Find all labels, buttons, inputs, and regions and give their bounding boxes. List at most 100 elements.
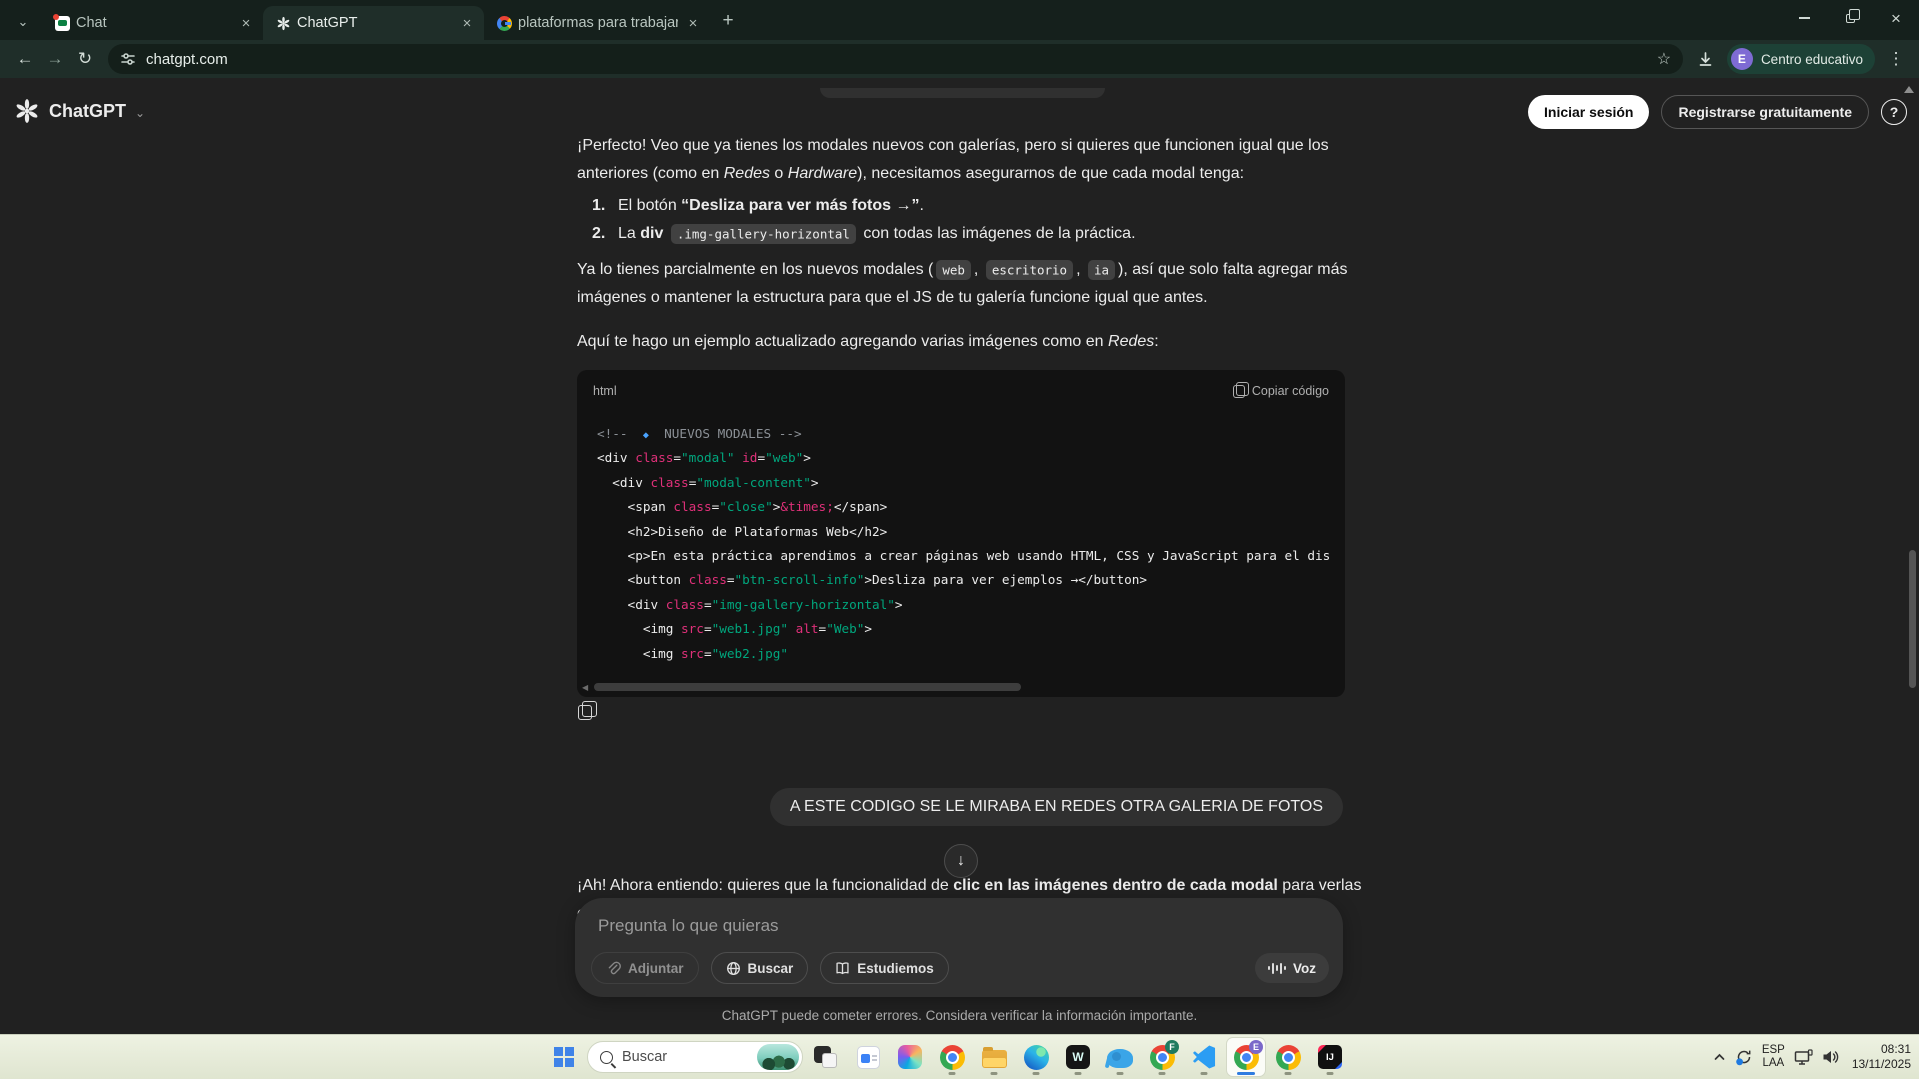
taskbar-elephant-app[interactable] [1101, 1038, 1139, 1076]
attach-button[interactable]: Adjuntar [591, 952, 699, 984]
running-indicator [949, 1072, 956, 1075]
chrome-1-icon [940, 1045, 965, 1070]
bookmark-star-icon[interactable]: ☆ [1651, 46, 1677, 72]
user-message-bubble: A ESTE CODIGO SE LE MIRABA EN REDES OTRA… [770, 788, 1343, 826]
url-text[interactable]: chatgpt.com [146, 51, 1651, 68]
taskbar-task-view[interactable] [807, 1038, 845, 1076]
model-switcher[interactable]: ChatGPT ⌄ [14, 98, 145, 124]
book-icon [835, 961, 850, 976]
page-scrollbar-thumb[interactable] [1909, 550, 1916, 688]
chatgpt-header: ChatGPT ⌄ Iniciar sesión Registrarse gra… [0, 78, 1919, 140]
new-tab-button[interactable]: + [714, 7, 742, 35]
scroll-to-bottom-button[interactable]: ↓ [944, 844, 978, 878]
tab-plataformas[interactable]: plataformas para trabajar con c × [484, 6, 710, 40]
code-block: html Copiar código <!-- ◆ NUEVOS MODALES… [577, 370, 1345, 697]
code-line: <!-- ◆ NUEVOS MODALES --> [597, 422, 1329, 446]
login-button[interactable]: Iniciar sesión [1528, 95, 1649, 129]
chatgpt-page: ChatGPT ⌄ Iniciar sesión Registrarse gra… [0, 78, 1919, 1034]
tab-strip: ⌄ Chat × ChatGPT × plataformas para trab… [0, 0, 1919, 40]
taskbar-w-app[interactable]: W [1059, 1038, 1097, 1076]
forward-button[interactable]: → [40, 44, 70, 74]
taskbar-file-explorer[interactable] [975, 1038, 1013, 1076]
chrome-2-icon [1276, 1045, 1301, 1070]
code-line: <h2>Diseño de Plataformas Web</h2> [597, 520, 1329, 544]
web-search-button[interactable]: Buscar [711, 952, 809, 984]
taskbar-chrome-1[interactable] [933, 1038, 971, 1076]
tab-close-icon[interactable]: × [684, 14, 702, 32]
waveform-icon [1268, 963, 1286, 974]
tab-close-icon[interactable]: × [237, 14, 255, 32]
search-daily-image[interactable] [757, 1044, 799, 1070]
assistant-text: ¡Ah! Ahora entiendo: quieres que la func… [577, 872, 1375, 900]
voice-button[interactable]: Voz [1255, 953, 1329, 983]
system-tray: ESP LAA 08:31 13/11/2025 [1713, 1035, 1911, 1079]
tray-overflow-icon[interactable] [1713, 1052, 1726, 1062]
profile-badge: E [1249, 1040, 1263, 1054]
copy-code-button[interactable]: Copiar código [1233, 384, 1329, 398]
profile-badge: F [1165, 1040, 1179, 1054]
code-line: <div class="modal" id="web"> [597, 446, 1329, 470]
window-controls: × [1781, 0, 1919, 36]
tab-chatgpt[interactable]: ChatGPT × [263, 6, 484, 40]
address-bar[interactable]: chatgpt.com ☆ [108, 44, 1683, 74]
back-button[interactable]: ← [10, 44, 40, 74]
copy-message-icon[interactable] [578, 705, 592, 720]
site-settings-icon[interactable] [120, 51, 136, 67]
taskbar-edge[interactable] [1017, 1038, 1055, 1076]
profile-name: Centro educativo [1761, 52, 1863, 67]
code-line: <span class="close">&times;</span> [597, 495, 1329, 519]
tray-date: 13/11/2025 [1852, 1057, 1911, 1072]
sync-icon[interactable] [1735, 1048, 1753, 1066]
reload-button[interactable]: ↻ [70, 44, 100, 74]
chat-tab-icon [54, 15, 70, 31]
code-line: <p>En esta práctica aprendimos a crear p… [597, 544, 1329, 568]
running-indicator [1117, 1072, 1124, 1075]
running-indicator [1237, 1072, 1255, 1075]
code-line: <div class="img-gallery-horizontal"> [597, 593, 1329, 617]
paperclip-icon [606, 961, 621, 976]
clock[interactable]: 08:31 13/11/2025 [1852, 1042, 1911, 1072]
scrollbar-thumb[interactable] [594, 683, 1021, 691]
taskbar-widgets[interactable] [849, 1038, 887, 1076]
prompt-input[interactable]: Pregunta lo que quieras [598, 916, 779, 936]
tab-close-icon[interactable]: × [458, 14, 476, 32]
browser-chrome: ⌄ Chat × ChatGPT × plataformas para trab… [0, 0, 1919, 78]
composer[interactable]: Pregunta lo que quieras Adjuntar Buscar … [575, 898, 1343, 997]
taskbar-chrome-profile-e[interactable]: E [1227, 1038, 1265, 1076]
taskbar-search[interactable]: Buscar [587, 1041, 803, 1073]
taskbar-intellij[interactable]: IJ [1311, 1038, 1349, 1076]
taskbar-vscode[interactable] [1185, 1038, 1223, 1076]
browser-menu-button[interactable]: ⋮ [1883, 46, 1909, 72]
scroll-left-icon[interactable]: ◀ [582, 683, 588, 692]
copy-icon [1233, 385, 1245, 398]
language-indicator[interactable]: ESP LAA [1762, 1044, 1785, 1070]
restore-icon [1846, 14, 1855, 23]
chrome-core [946, 1051, 959, 1064]
code-horizontal-scrollbar[interactable]: ◀ [577, 682, 1345, 692]
taskbar-apps: W F E IJ [807, 1038, 1349, 1076]
tab-search-button[interactable]: ⌄ [8, 8, 38, 36]
google-tab-icon [496, 15, 512, 31]
downloads-button[interactable] [1691, 44, 1721, 74]
assistant-text: Ya lo tienes parcialmente en los nuevos … [577, 256, 1375, 284]
taskbar-chrome-2[interactable] [1269, 1038, 1307, 1076]
taskbar-chrome-profile-f[interactable]: F [1143, 1038, 1181, 1076]
minimize-button[interactable] [1781, 0, 1827, 36]
restore-button[interactable] [1827, 0, 1873, 36]
tab-chat[interactable]: Chat × [42, 6, 263, 40]
code-line: <img src="web1.jpg" alt="Web"> [597, 617, 1329, 641]
start-button[interactable] [545, 1038, 583, 1076]
code-line: <img src="web2.jpg" [597, 642, 1329, 666]
taskbar-copilot[interactable] [891, 1038, 929, 1076]
help-icon[interactable]: ? [1881, 99, 1907, 125]
running-indicator [1327, 1072, 1334, 1075]
signup-button[interactable]: Registrarse gratuitamente [1661, 95, 1869, 129]
network-icon[interactable] [1794, 1049, 1813, 1066]
close-button[interactable]: × [1873, 0, 1919, 36]
browser-profile-button[interactable]: E Centro educativo [1727, 44, 1875, 74]
file-explorer-icon [982, 1050, 1007, 1068]
study-mode-button[interactable]: Estudiemos [820, 952, 949, 984]
list-item: 2. La div .img-gallery-horizontal con to… [592, 220, 1136, 248]
volume-icon[interactable] [1822, 1049, 1840, 1065]
browser-toolbar: ← → ↻ chatgpt.com ☆ E Centro educativo ⋮ [0, 40, 1919, 78]
